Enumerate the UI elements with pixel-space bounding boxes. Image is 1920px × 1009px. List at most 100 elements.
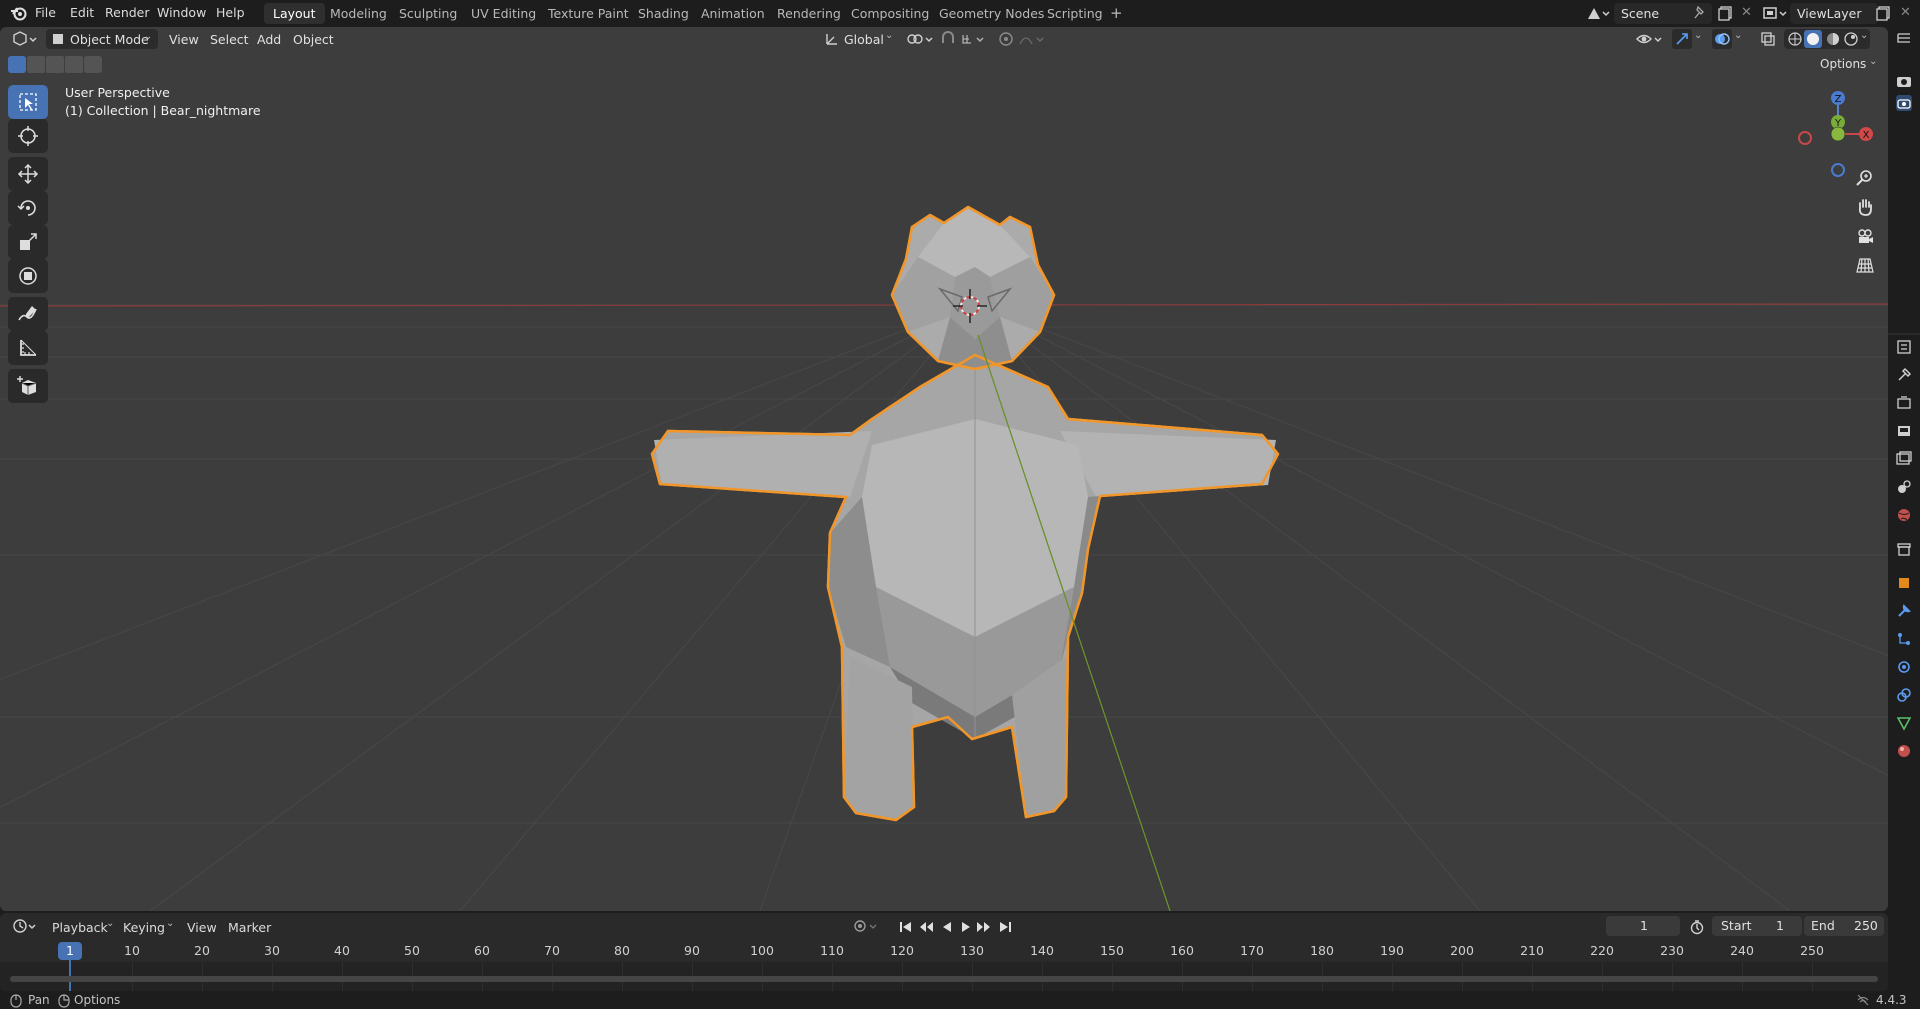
preview-range-icon[interactable] (1689, 919, 1705, 938)
select-extend-icon[interactable] (27, 56, 45, 73)
play-icon[interactable] (959, 920, 973, 937)
add-cube-tool[interactable] (8, 369, 48, 403)
object-properties-icon[interactable] (1896, 575, 1912, 591)
view-layer-selector[interactable]: ViewLayer (1790, 3, 1878, 24)
chevron-down-icon[interactable]: ⌄ (1734, 30, 1742, 41)
select-new-icon[interactable] (8, 56, 26, 73)
render-camera-icon[interactable] (1896, 73, 1912, 89)
rendered-shading-icon[interactable] (1844, 32, 1858, 49)
tab-rendering[interactable]: Rendering (768, 3, 850, 24)
properties-editor-icon[interactable] (1896, 339, 1912, 355)
chevron-down-icon[interactable]: ⌄ (1694, 30, 1702, 41)
auto-keying-icon[interactable] (853, 919, 883, 938)
menu-render[interactable]: Render (105, 5, 150, 20)
menu-view[interactable]: View (169, 32, 199, 47)
annotate-tool[interactable] (8, 297, 48, 331)
camera-view-icon[interactable] (1896, 95, 1912, 111)
camera-view-button[interactable] (1850, 223, 1880, 249)
material-properties-icon[interactable] (1896, 743, 1912, 759)
start-frame-field[interactable]: Start 1 (1712, 916, 1802, 936)
menu-edit[interactable]: Edit (70, 5, 94, 20)
pan-button[interactable] (1850, 194, 1880, 220)
delete-view-layer-icon[interactable]: ✕ (1900, 5, 1911, 20)
menu-select[interactable]: Select (210, 32, 249, 47)
pivot-point-icon[interactable] (906, 31, 936, 50)
world-properties-icon[interactable] (1896, 507, 1912, 523)
jump-to-keyframe-back-icon[interactable] (918, 920, 934, 937)
menu-window[interactable]: Window (157, 5, 206, 20)
new-view-layer-icon[interactable] (1876, 5, 1892, 24)
wireframe-shading-icon[interactable] (1788, 32, 1802, 49)
blender-logo-icon[interactable] (10, 5, 28, 24)
marker-menu[interactable]: Marker (228, 920, 271, 935)
collection-properties-icon[interactable] (1896, 541, 1912, 557)
xray-icon[interactable] (1760, 31, 1776, 50)
zoom-button[interactable] (1850, 165, 1880, 191)
timeline-scrollbar[interactable] (10, 976, 1878, 982)
playback-menu[interactable]: Playback (52, 920, 108, 935)
render-properties-icon[interactable] (1896, 395, 1912, 411)
rotate-tool[interactable] (8, 191, 48, 225)
editor-type-icon[interactable] (12, 31, 38, 50)
gizmo-neg-x[interactable] (1798, 131, 1812, 145)
transform-orientation-icon[interactable] (824, 31, 840, 50)
visibility-icon[interactable] (1636, 31, 1666, 50)
tab-scripting[interactable]: Scripting (1038, 3, 1112, 24)
tab-geometry-nodes[interactable]: Geometry Nodes (930, 3, 1053, 24)
view-layer-properties-icon[interactable] (1896, 451, 1912, 467)
tab-uv-editing[interactable]: UV Editing (462, 3, 545, 24)
perspective-toggle-button[interactable] (1850, 252, 1880, 278)
select-invert-icon[interactable] (65, 56, 83, 73)
constraint-properties-icon[interactable] (1896, 687, 1912, 703)
add-workspace-button[interactable]: + (1110, 4, 1123, 22)
jump-to-start-icon[interactable] (899, 920, 913, 937)
3d-viewport[interactable]: Object Mode ⌄ View Select Add Object Glo… (0, 27, 1888, 911)
physics-properties-icon[interactable] (1896, 659, 1912, 675)
timeline-view-menu[interactable]: View (187, 920, 217, 935)
transform-tool[interactable] (8, 259, 48, 293)
measure-tool[interactable] (8, 331, 48, 365)
menu-help[interactable]: Help (216, 5, 245, 20)
tool-properties-icon[interactable] (1896, 367, 1912, 383)
frame-ruler[interactable]: 10 20 30 40 50 60 70 80 90 100 110 120 130 140 150 160 1… (0, 940, 1888, 962)
tab-layout[interactable]: Layout (264, 3, 325, 24)
gizmo-neg-z[interactable] (1831, 163, 1845, 177)
current-frame-field[interactable]: 1 (1606, 916, 1680, 936)
pin-icon[interactable] (1694, 5, 1706, 23)
material-preview-icon[interactable] (1826, 32, 1840, 49)
menu-add[interactable]: Add (257, 32, 281, 47)
jump-to-keyframe-forward-icon[interactable] (976, 920, 992, 937)
tab-shading[interactable]: Shading (629, 3, 698, 24)
end-frame-field[interactable]: End 250 (1804, 916, 1884, 936)
viewport-scene[interactable] (0, 27, 1888, 911)
scene-properties-icon[interactable] (1896, 479, 1912, 495)
outliner-icon[interactable] (1896, 31, 1912, 47)
scale-tool[interactable] (8, 225, 48, 259)
new-scene-icon[interactable] (1718, 5, 1734, 24)
select-subtract-icon[interactable] (46, 56, 64, 73)
jump-to-end-icon[interactable] (998, 920, 1012, 937)
overlays-icon[interactable] (1712, 29, 1732, 49)
modifier-properties-icon[interactable] (1896, 603, 1912, 619)
transform-orientation-dropdown[interactable]: Global (844, 32, 884, 47)
data-properties-icon[interactable] (1896, 715, 1912, 731)
timeline-editor[interactable]: Playback ⌄ Keying ⌄ View Marker 1 Start … (0, 913, 1888, 991)
options-button[interactable]: Options ⌄ (1812, 56, 1882, 74)
tab-animation[interactable]: Animation (692, 3, 774, 24)
output-properties-icon[interactable] (1896, 423, 1912, 439)
gizmo-toggle-icon[interactable] (1672, 29, 1692, 49)
scene-selector[interactable]: Scene (1614, 3, 1712, 24)
scene-icon[interactable] (1586, 5, 1610, 24)
playhead-frame-indicator[interactable]: 1 (58, 942, 82, 960)
snap-icon[interactable] (940, 31, 956, 50)
cursor-tool[interactable] (8, 119, 48, 153)
delete-scene-icon[interactable]: ✕ (1741, 5, 1752, 20)
timeline-editor-type-icon[interactable] (12, 918, 38, 937)
chevron-down-icon[interactable]: ⌄ (1860, 30, 1868, 41)
view-layer-icon[interactable] (1762, 5, 1788, 24)
select-intersect-icon[interactable] (84, 56, 102, 73)
snap-target-icon[interactable] (960, 31, 990, 50)
menu-file[interactable]: File (35, 5, 56, 20)
mode-dropdown[interactable]: Object Mode ⌄ (46, 29, 158, 49)
particle-properties-icon[interactable] (1896, 631, 1912, 647)
